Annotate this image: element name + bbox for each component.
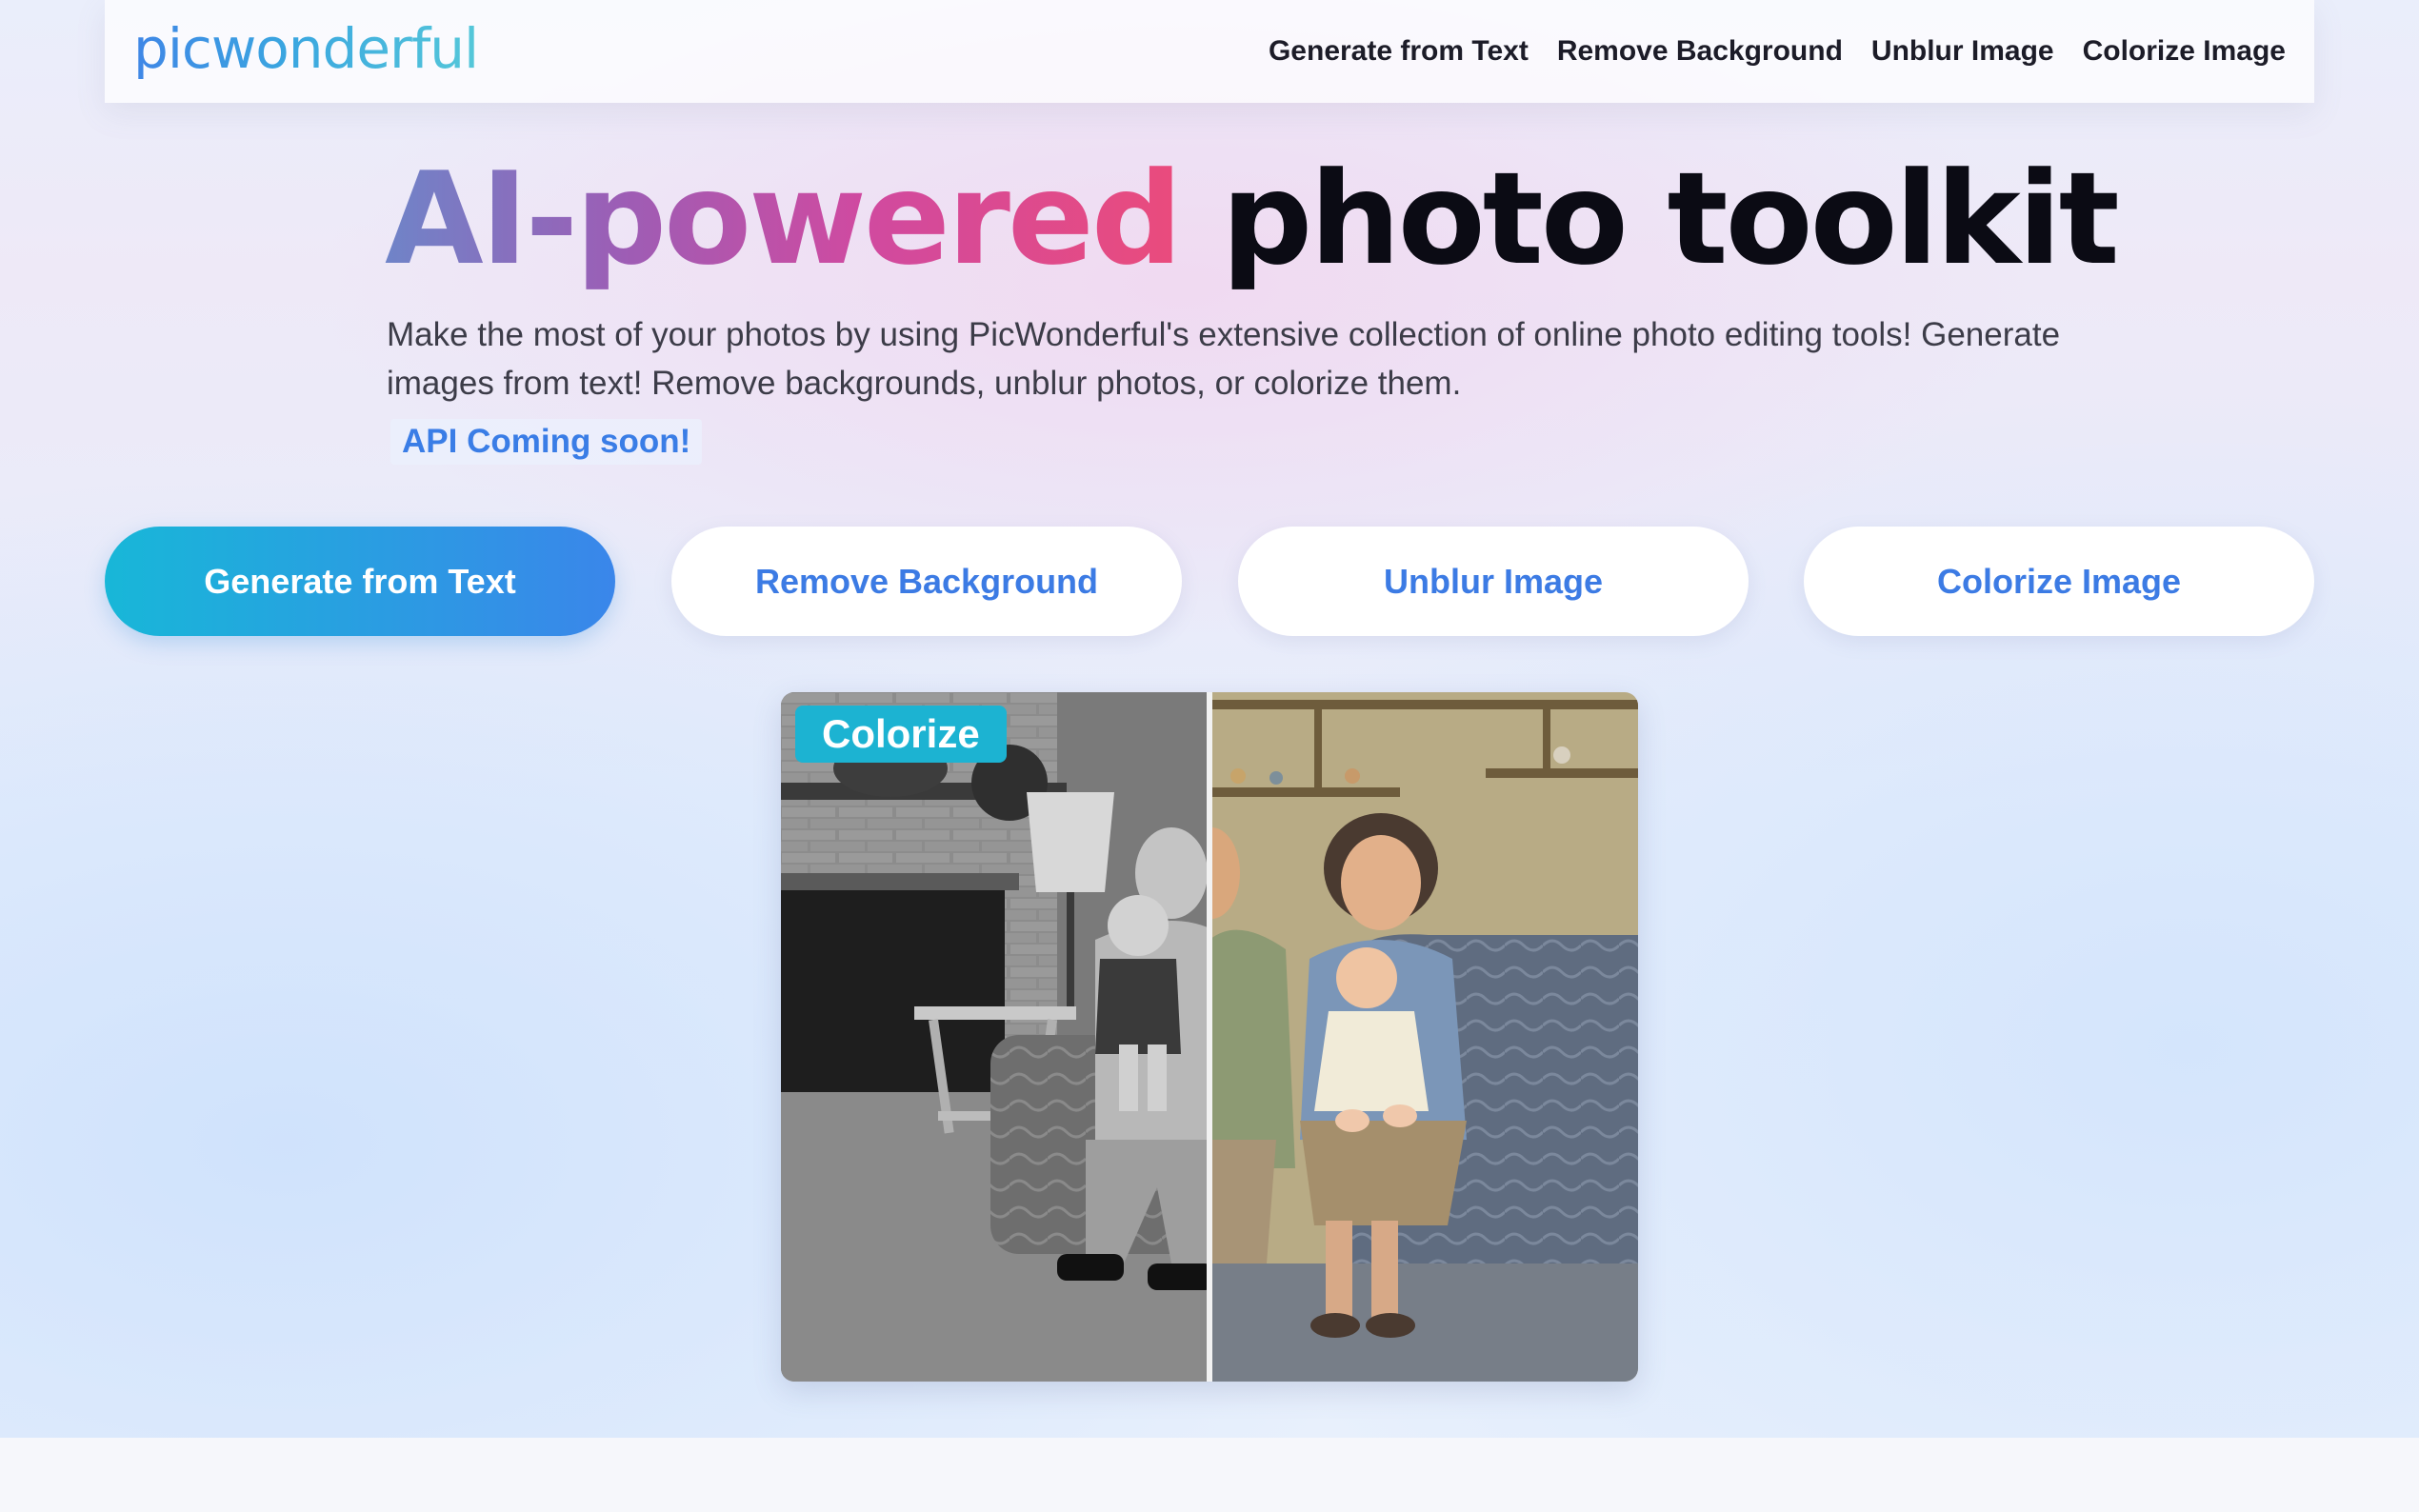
colorize-comparison-image[interactable]: Colorize bbox=[781, 692, 1638, 1382]
hero-description: Make the most of your photos by using Pi… bbox=[387, 316, 2061, 402]
nav-link-generate-from-text[interactable]: Generate from Text bbox=[1269, 35, 1529, 68]
comparison-divider[interactable] bbox=[1207, 692, 1212, 1382]
colorize-badge: Colorize bbox=[795, 706, 1007, 763]
generate-from-text-button[interactable]: Generate from Text bbox=[105, 527, 615, 636]
hero-title: AI-powered photo toolkit bbox=[385, 143, 2120, 295]
nav-link-remove-background[interactable]: Remove Background bbox=[1557, 35, 1843, 68]
footer-band bbox=[0, 1438, 2419, 1512]
remove-background-button[interactable]: Remove Background bbox=[671, 527, 1182, 636]
nav-links: Generate from Text Remove Background Unb… bbox=[1269, 35, 2286, 68]
hero-title-gradient: AI-powered bbox=[385, 145, 1183, 293]
unblur-image-button[interactable]: Unblur Image bbox=[1238, 527, 1749, 636]
colorize-image-button[interactable]: Colorize Image bbox=[1804, 527, 2314, 636]
api-coming-soon-badge: API Coming soon! bbox=[390, 419, 703, 465]
hero-title-plain: photo toolkit bbox=[1221, 145, 2119, 293]
colorized-half bbox=[1210, 692, 1638, 1382]
grayscale-half bbox=[781, 692, 1210, 1382]
logo[interactable]: picwonderful bbox=[133, 16, 479, 81]
nav-link-unblur-image[interactable]: Unblur Image bbox=[1871, 35, 2054, 68]
top-navbar: picwonderful Generate from Text Remove B… bbox=[105, 0, 2314, 103]
nav-link-colorize-image[interactable]: Colorize Image bbox=[2083, 35, 2286, 68]
comparison-photo-illustration bbox=[781, 692, 1638, 1382]
